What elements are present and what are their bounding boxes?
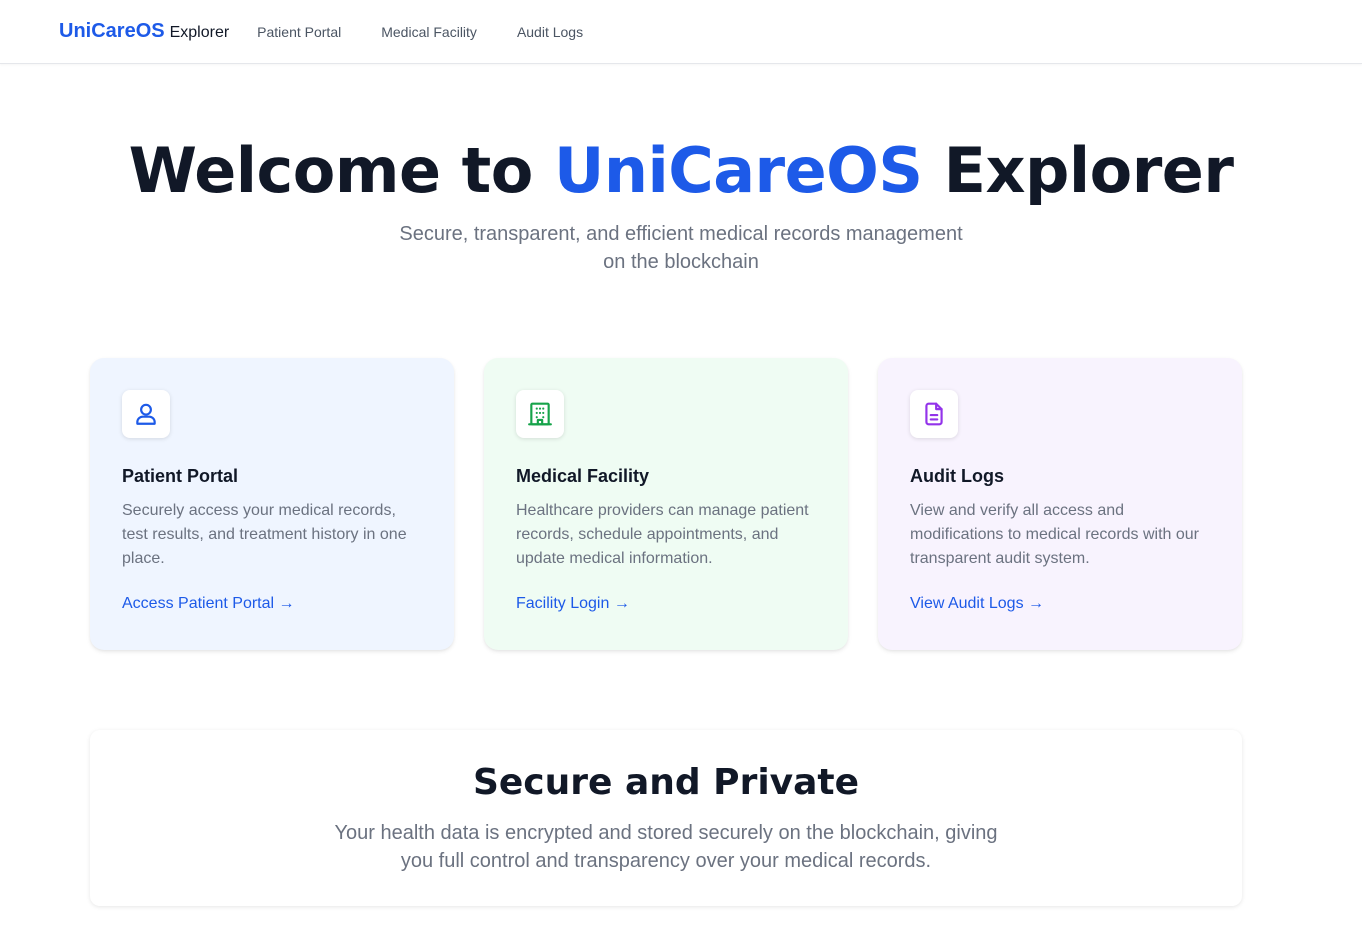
building-icon [516,390,564,438]
access-patient-portal-link[interactable]: Access Patient Portal → [122,595,295,613]
card-patient-portal: Patient Portal Securely access your medi… [90,358,454,650]
nav-link-patient-portal[interactable]: Patient Portal [257,24,341,40]
secure-private-section: Secure and Private Your health data is e… [90,730,1242,906]
brand-name: UniCareOS [59,20,165,42]
top-navbar: UniCareOS Explorer Patient Portal Medica… [0,0,1362,64]
secure-title: Secure and Private [472,762,860,803]
hero-title: Welcome to UniCareOS Explorer [0,136,1362,206]
card-description: Healthcare providers can manage patient … [516,502,809,567]
hero-title-prefix: Welcome to [128,134,534,207]
nav-link-medical-facility[interactable]: Medical Facility [381,24,477,40]
feature-cards: Patient Portal Securely access your medi… [90,358,1362,650]
card-title: Audit Logs [910,466,1004,486]
card-title: Medical Facility [516,466,650,486]
brand-suffix: Explorer [169,24,230,41]
user-icon [122,390,170,438]
card-title: Patient Portal [122,466,239,486]
brand-logo[interactable]: UniCareOS Explorer [59,20,229,43]
hero-title-accent: UniCareOS [553,134,923,207]
card-description: Securely access your medical records, te… [122,502,407,567]
hero-section: Welcome to UniCareOS Explorer Secure, tr… [0,64,1362,276]
secure-text: Your health data is encrypted and stored… [334,822,998,872]
hero-subtitle: Secure, transparent, and efficient medic… [399,223,963,273]
hero-title-suffix: Explorer [943,134,1234,207]
document-icon [910,390,958,438]
card-description: View and verify all access and modificat… [910,502,1200,567]
view-audit-logs-link[interactable]: View Audit Logs → [910,595,1044,613]
nav-link-audit-logs[interactable]: Audit Logs [517,24,583,40]
facility-login-link[interactable]: Facility Login → [516,595,630,613]
card-medical-facility: Medical Facility Healthcare providers ca… [484,358,848,650]
card-audit-logs: Audit Logs View and verify all access an… [878,358,1242,650]
